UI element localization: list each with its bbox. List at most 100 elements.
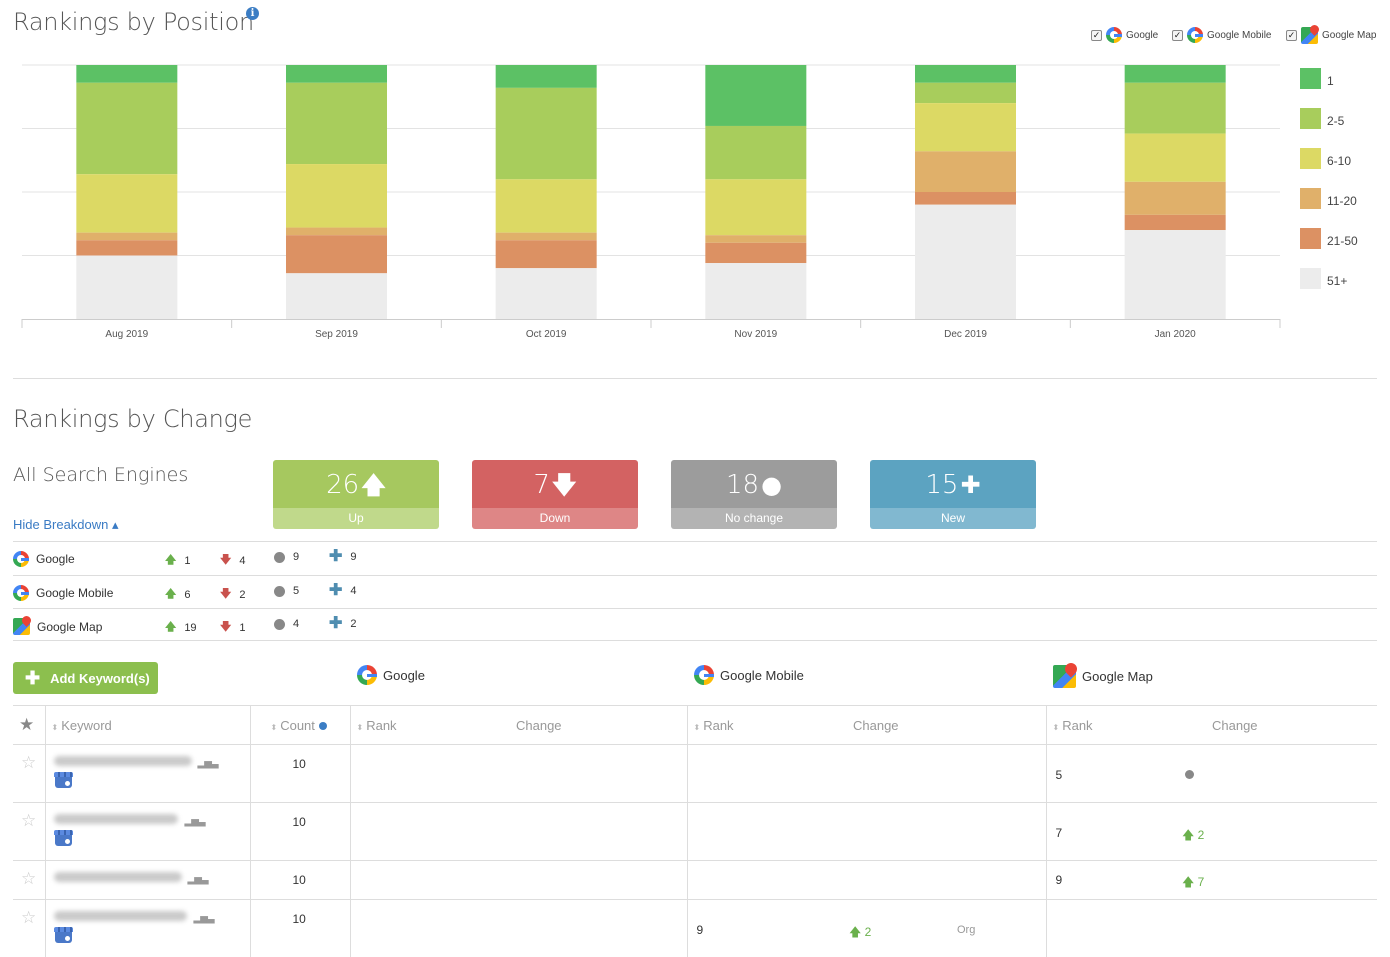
bar-segment-2-5[interactable] <box>915 82 1016 104</box>
bar-segment-6-10[interactable] <box>915 103 1016 152</box>
bar-segment-6-10[interactable] <box>76 174 178 233</box>
bar-segment-2-5[interactable] <box>1124 82 1226 134</box>
info-icon[interactable] <box>318 721 327 730</box>
count-value: 10 <box>292 873 306 887</box>
legend-item-11-20[interactable]: 11-20 <box>1300 184 1357 209</box>
legend-item-6-10[interactable]: 6-10 <box>1300 144 1351 169</box>
arrow-up-icon: 🡅 <box>165 621 177 633</box>
legend-swatch <box>1300 108 1321 129</box>
bar-segment-1[interactable] <box>76 65 178 83</box>
bar-segment-6-10[interactable] <box>286 164 387 228</box>
legend-item-21-50[interactable]: 21-50 <box>1300 224 1358 249</box>
bar-segment-2-5[interactable] <box>76 82 178 175</box>
bar-segment-21-50[interactable] <box>915 192 1016 205</box>
bar-segment-51+[interactable] <box>76 255 178 320</box>
star-outline-icon[interactable]: ☆ <box>21 753 36 773</box>
keyword-text-blurred[interactable] <box>53 872 182 882</box>
filter-google[interactable]: ✓ Google <box>1091 27 1158 43</box>
add-keywords-button[interactable]: ✚ Add Keyword(s) <box>13 662 158 694</box>
card-new-value: 15 <box>925 470 959 500</box>
bar-chart-icon[interactable]: ▂▅▃ <box>188 874 209 885</box>
bar-segment-11-20[interactable] <box>1124 181 1226 215</box>
info-icon[interactable]: i <box>246 7 259 20</box>
bar-segment-51+[interactable] <box>705 263 807 319</box>
map-rank-column-header[interactable]: ⬍ Rank <box>1046 705 1212 745</box>
google-icon <box>1106 27 1122 43</box>
x-tick-label: Dec 2019 <box>944 329 987 340</box>
bar-segment-11-20[interactable] <box>915 151 1016 192</box>
star-icon: ★ <box>19 715 35 734</box>
bar-segment-2-5[interactable] <box>286 82 387 165</box>
bar-segment-11-20[interactable] <box>705 235 807 243</box>
legend-item-51+[interactable]: 51+ <box>1300 264 1347 289</box>
card-up[interactable]: 26🡅 Up <box>273 460 439 529</box>
bar-segment-11-20[interactable] <box>286 227 387 236</box>
bar-segment-51+[interactable] <box>1124 230 1226 319</box>
arrow-up-icon: 🡅 <box>165 554 177 566</box>
legend-label: 1 <box>1327 73 1334 88</box>
filter-google-map-label: Google Map <box>1322 30 1377 41</box>
legend-label: 2-5 <box>1327 113 1345 128</box>
breakdown-new-count: 9 <box>350 551 357 563</box>
google-maps-icon <box>1301 27 1318 44</box>
bar-segment-21-50[interactable] <box>286 235 387 274</box>
bar-chart-icon[interactable]: ▂▅▃ <box>194 913 215 924</box>
bar-segment-21-50[interactable] <box>76 240 178 256</box>
column-label: Change <box>516 717 562 733</box>
count-column-header[interactable]: ⬍ Count <box>250 705 351 745</box>
bar-segment-2-5[interactable] <box>495 87 597 180</box>
bar-segment-1[interactable] <box>705 65 807 126</box>
bar-segment-51+[interactable] <box>286 273 387 319</box>
change-number: 2 <box>1197 828 1205 842</box>
all-search-engines-label: All Search Engines <box>13 464 189 486</box>
bar-chart-icon[interactable]: ▂▅▃ <box>198 758 219 769</box>
bar-segment-1[interactable] <box>286 65 387 83</box>
card-down[interactable]: 7🡇 Down <box>472 460 638 529</box>
bar-segment-21-50[interactable] <box>705 242 807 264</box>
bar-segment-6-10[interactable] <box>1124 133 1226 182</box>
bar-segment-21-50[interactable] <box>1124 214 1226 231</box>
card-no-change[interactable]: 18● No change <box>671 460 837 529</box>
filter-google-mobile[interactable]: ✓ Google Mobile <box>1172 27 1271 43</box>
checkbox-google[interactable]: ✓ <box>1091 29 1102 41</box>
circle-icon <box>274 551 285 563</box>
google-rank-column-header[interactable]: ⬍ Rank <box>350 705 516 745</box>
star-outline-icon[interactable]: ☆ <box>21 869 36 889</box>
legend-item-1[interactable]: 1 <box>1300 64 1334 89</box>
keyword-text-blurred[interactable] <box>53 756 192 766</box>
legend-item-2-5[interactable]: 2-5 <box>1300 104 1345 129</box>
filter-google-map[interactable]: ✓ Google Map <box>1286 27 1376 44</box>
hide-breakdown-link[interactable]: Hide Breakdown ▴ <box>13 517 119 533</box>
sort-icon: ⬍ <box>270 722 278 732</box>
legend-swatch <box>1300 228 1321 249</box>
card-new[interactable]: 15✚ New <box>870 460 1036 529</box>
bar-segment-51+[interactable] <box>915 204 1016 319</box>
keyword-text-blurred[interactable] <box>53 911 187 921</box>
keyword-column-header[interactable]: ⬍ Keyword <box>45 705 251 745</box>
star-outline-icon[interactable]: ☆ <box>21 908 36 928</box>
card-up-value: 26 <box>326 470 360 500</box>
mobile-rank-column-header[interactable]: ⬍ Rank <box>687 705 853 745</box>
bar-segment-6-10[interactable] <box>705 179 807 236</box>
arrow-down-icon: 🡇 <box>220 588 232 600</box>
checkbox-google-map[interactable]: ✓ <box>1286 30 1297 41</box>
bar-segment-1[interactable] <box>495 65 597 88</box>
bar-segment-21-50[interactable] <box>495 240 597 269</box>
bar-segment-6-10[interactable] <box>495 179 597 233</box>
checkbox-google-mobile[interactable]: ✓ <box>1172 29 1183 41</box>
plus-icon: ✚ <box>25 667 41 688</box>
breakdown-nochange-count: 9 <box>293 551 300 563</box>
bar-segment-11-20[interactable] <box>76 232 178 241</box>
bar-segment-11-20[interactable] <box>495 232 597 241</box>
bar-segment-51+[interactable] <box>495 268 597 319</box>
card-up-label: Up <box>273 508 439 529</box>
bar-segment-2-5[interactable] <box>705 125 807 180</box>
bar-chart-icon[interactable]: ▂▅▃ <box>185 816 206 827</box>
star-outline-icon[interactable]: ☆ <box>21 811 36 831</box>
table-row: ☆ ▂▅▃ 10 9 🡅 7 <box>13 860 1377 900</box>
google-icon <box>1187 27 1203 43</box>
star-column-header[interactable]: ★ <box>13 705 46 745</box>
bar-segment-1[interactable] <box>915 65 1016 83</box>
bar-segment-1[interactable] <box>1124 65 1226 83</box>
keyword-text-blurred[interactable] <box>53 814 178 824</box>
